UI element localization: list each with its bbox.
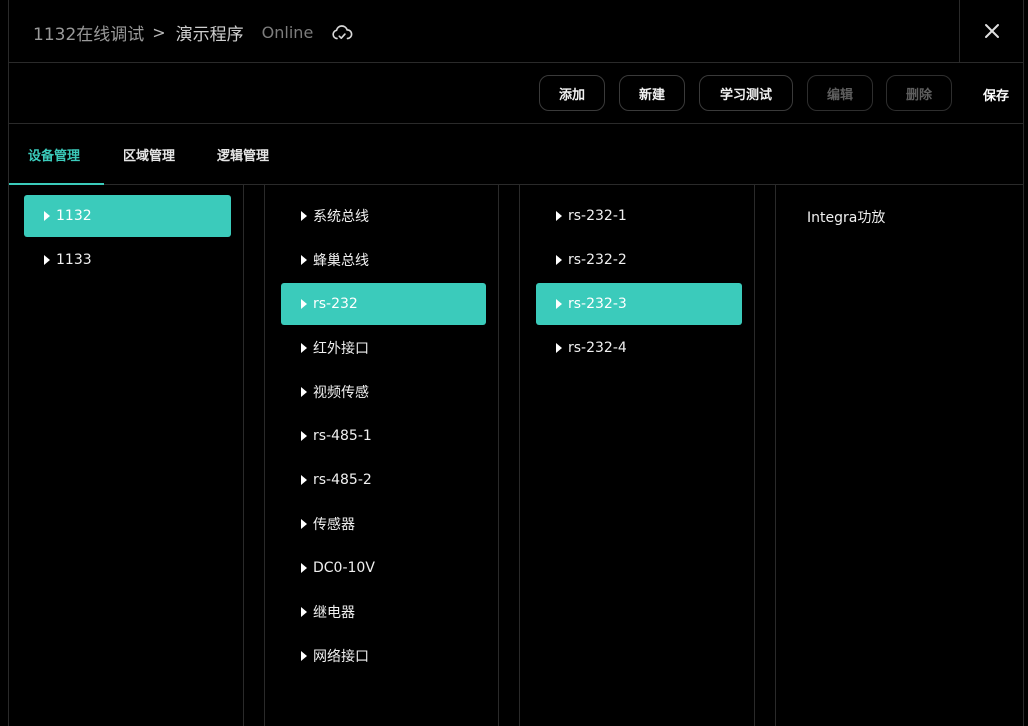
caret-right-icon [301, 299, 307, 309]
list-item-label: 1132 [56, 208, 92, 224]
close-button[interactable] [959, 0, 1023, 62]
list-item[interactable]: rs-485-2 [281, 459, 486, 501]
caret-right-icon [301, 519, 307, 529]
new-button[interactable]: 新建 [619, 75, 685, 111]
caret-right-icon [556, 211, 562, 221]
tab-logic-management[interactable]: 逻辑管理 [217, 145, 269, 164]
caret-right-icon [44, 211, 50, 221]
list-item-label: 网络接口 [313, 649, 369, 665]
window-header: 1132在线调试 > 演示程序 Online [9, 0, 1023, 63]
caret-right-icon [301, 475, 307, 485]
list-item-label: rs-485-1 [313, 428, 372, 444]
list-item-label: rs-232-4 [568, 340, 627, 356]
list-item[interactable]: 视频传感 [281, 371, 486, 413]
list-item[interactable]: rs-232-4 [536, 327, 742, 369]
save-button[interactable]: 保存 [983, 85, 1009, 104]
program-name: 演示程序 [175, 25, 244, 45]
device-item[interactable]: Integra功放 [807, 207, 885, 227]
list-item-label: rs-232-1 [568, 208, 627, 224]
caret-right-icon [301, 651, 307, 661]
add-button[interactable]: 添加 [539, 75, 605, 111]
list-item-label: rs-232 [313, 296, 358, 312]
list-item-label: 蜂巢总线 [313, 253, 369, 269]
toolbar: 添加 新建 学习测试 编辑 删除 保存 [9, 63, 1023, 124]
list-item[interactable]: rs-232-3 [536, 283, 742, 325]
list-item[interactable]: rs-232 [281, 283, 486, 325]
list-item[interactable]: 继电器 [281, 591, 486, 633]
list-item[interactable]: rs-485-1 [281, 415, 486, 457]
port-list: rs-232-1 rs-232-2 rs-232-3 rs-232-4 [520, 185, 754, 726]
list-item-label: 传感器 [313, 517, 355, 533]
list-item-label: 系统总线 [313, 209, 369, 225]
online-status: Online [261, 23, 314, 42]
list-item[interactable]: DC0-10V [281, 547, 486, 589]
list-item-label: 1133 [56, 252, 92, 268]
list-item[interactable]: 1133 [24, 239, 231, 281]
list-item-label: 视频传感 [313, 385, 369, 401]
list-item[interactable]: 传感器 [281, 503, 486, 545]
breadcrumb-separator: > [152, 23, 166, 42]
breadcrumb: 1132在线调试 > 演示程序 Online [33, 20, 353, 45]
cloud-sync-icon[interactable] [331, 22, 353, 44]
caret-right-icon [301, 255, 307, 265]
list-item[interactable]: 网络接口 [281, 635, 486, 677]
column-divider [243, 185, 244, 726]
host-list: 1132 1133 [9, 185, 243, 726]
column-divider [754, 185, 755, 726]
list-item[interactable]: 红外接口 [281, 327, 486, 369]
list-item[interactable]: 1132 [24, 195, 231, 237]
caret-right-icon [301, 431, 307, 441]
learn-test-button[interactable]: 学习测试 [699, 75, 793, 111]
close-icon [984, 24, 999, 38]
edit-button[interactable]: 编辑 [807, 75, 873, 111]
interface-list: 系统总线 蜂巢总线 rs-232 红外接口 视频传感 rs-485-1 rs-4… [265, 185, 498, 726]
breadcrumb-root[interactable]: 1132在线调试 [33, 20, 144, 45]
debug-window: 1132在线调试 > 演示程序 Online 添加 新建 学习测试 编辑 删除 … [8, 0, 1024, 726]
tab-bar: 设备管理 区域管理 逻辑管理 [9, 124, 1023, 185]
list-item-label: DC0-10V [313, 560, 375, 576]
caret-right-icon [301, 607, 307, 617]
caret-right-icon [44, 255, 50, 265]
list-item[interactable]: 系统总线 [281, 195, 486, 237]
caret-right-icon [301, 387, 307, 397]
caret-right-icon [301, 343, 307, 353]
caret-right-icon [556, 343, 562, 353]
delete-button[interactable]: 删除 [886, 75, 952, 111]
list-item-label: rs-485-2 [313, 472, 372, 488]
tab-device-management[interactable]: 设备管理 [28, 145, 80, 164]
caret-right-icon [301, 563, 307, 573]
list-item[interactable]: rs-232-1 [536, 195, 742, 237]
caret-right-icon [556, 255, 562, 265]
list-item-label: 继电器 [313, 605, 355, 621]
list-item-label: rs-232-3 [568, 296, 627, 312]
list-item[interactable]: 蜂巢总线 [281, 239, 486, 281]
list-item-label: rs-232-2 [568, 252, 627, 268]
caret-right-icon [301, 211, 307, 221]
tab-area-management[interactable]: 区域管理 [123, 145, 175, 164]
column-divider [498, 185, 499, 726]
list-item[interactable]: rs-232-2 [536, 239, 742, 281]
list-item-label: 红外接口 [313, 341, 369, 357]
device-list: Integra功放 [776, 185, 1016, 726]
caret-right-icon [556, 299, 562, 309]
